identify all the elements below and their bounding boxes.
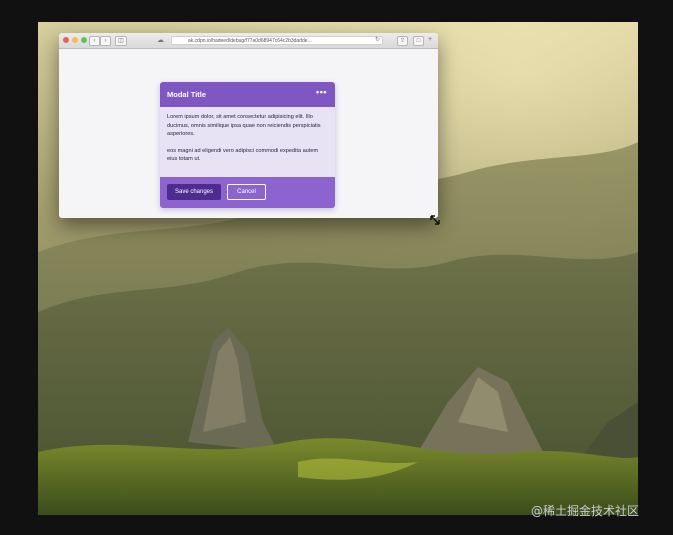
modal-header: Modal Title •••	[160, 82, 335, 107]
resize-cursor-icon	[430, 215, 440, 225]
minimize-dot-icon[interactable]	[72, 37, 78, 43]
new-tab-icon[interactable]: +	[428, 36, 432, 44]
browser-toolbar: ‹ › ◫ ☁ ak.cdpn.io/hadeed/debug/f77a0d68…	[59, 33, 438, 49]
zoom-dot-icon[interactable]	[81, 37, 87, 43]
modal-body-paragraph: Lorem ipsum dolor, sit amet consectetur …	[167, 114, 321, 137]
cloud-icon[interactable]: ☁	[157, 36, 164, 45]
back-icon[interactable]: ‹	[89, 36, 100, 46]
reload-icon[interactable]: ↻	[375, 36, 380, 45]
close-dot-icon[interactable]	[63, 37, 69, 43]
modal-dialog: Modal Title ••• Lorem ipsum dolor, sit a…	[160, 82, 335, 208]
page-content: Modal Title ••• Lorem ipsum dolor, sit a…	[59, 49, 438, 218]
watermark-text: @稀土掘金技术社区	[531, 504, 640, 518]
modal-title: Modal Title	[167, 90, 207, 99]
cancel-button[interactable]: Cancel	[227, 184, 266, 200]
address-bar[interactable]: ak.cdpn.io/hadeed/debug/f77a0d68947c64c2…	[171, 36, 383, 45]
modal-body: Lorem ipsum dolor, sit amet consectetur …	[160, 107, 335, 177]
forward-icon[interactable]: ›	[100, 36, 111, 46]
share-icon[interactable]: ⇧	[397, 36, 408, 46]
save-changes-button[interactable]: Save changes	[167, 184, 221, 200]
browser-window: ‹ › ◫ ☁ ak.cdpn.io/hadeed/debug/f77a0d68…	[59, 33, 438, 218]
modal-body-paragraph: eos magni ad eligendi vero adipisci comm…	[167, 147, 319, 163]
modal-footer: Save changes Cancel	[160, 177, 335, 208]
window-controls	[63, 37, 87, 43]
sidebar-icon[interactable]: ◫	[115, 36, 127, 46]
more-options-icon[interactable]: •••	[316, 87, 327, 97]
tabs-icon[interactable]: □	[413, 36, 424, 46]
